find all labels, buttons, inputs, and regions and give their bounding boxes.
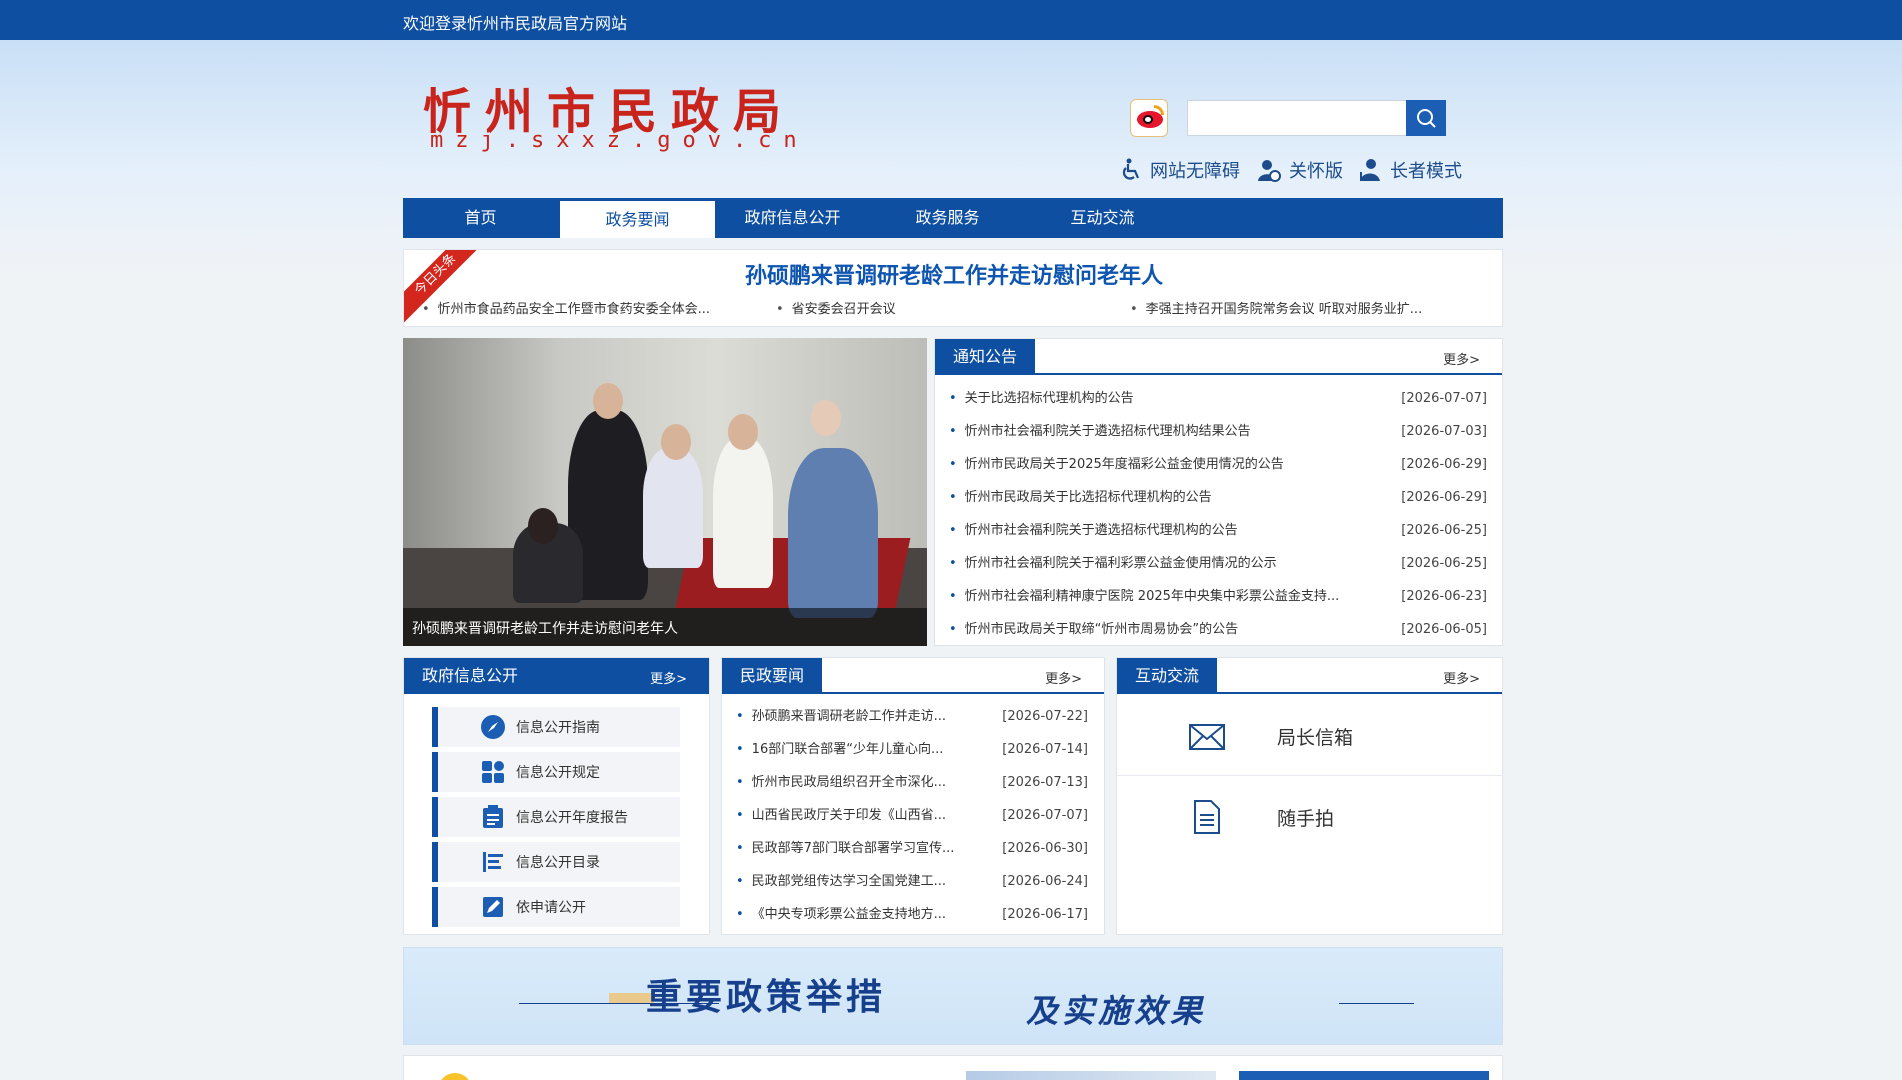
care-version-link[interactable]: 关怀版 — [1257, 157, 1343, 183]
elder-mode-link[interactable]: 长者模式 — [1358, 157, 1462, 183]
civil-news-item[interactable]: • 民政部党组传达学习全国党建工... [2026-06-24] — [736, 865, 1088, 898]
header-background — [0, 40, 1902, 280]
notice-item[interactable]: • 关于比选招标代理机构的公告 [2026-07-07] — [949, 382, 1487, 415]
notice-item[interactable]: • 忻州市社会福利精神康宁医院 2025年中央集中彩票公益金支持... [2026-… — [949, 580, 1487, 613]
grid-blocks-icon — [482, 761, 504, 783]
banner-sub-text: 及实施效果 — [1026, 992, 1207, 1030]
elder-mode-label: 长者模式 — [1390, 161, 1462, 182]
civil-news-panel: 民政要闻 更多> • 孙硕鹏来晋调研老龄工作并走访... [2026-07-22] … — [721, 657, 1105, 935]
gov-info-guide[interactable]: 信息公开指南 — [432, 707, 680, 747]
headline-section: 今日头条 孙硕鹏来晋调研老龄工作并走访慰问老年人 忻州市食品药品安全工作暨市食药… — [403, 249, 1503, 327]
care-version-label: 关怀版 — [1289, 161, 1343, 182]
civil-news-item[interactable]: • 山西省民政厅关于印发《山西省... [2026-07-07] — [736, 799, 1088, 832]
notice-item[interactable]: • 忻州市社会福利院关于遴选招标代理机构结果公告 [2026-07-03] — [949, 415, 1487, 448]
nav-home[interactable]: 首页 — [403, 198, 558, 238]
notice-panel: 通知公告 更多> • 关于比选招标代理机构的公告 [2026-07-07] • 忻州市… — [934, 338, 1503, 646]
document-icon — [1194, 800, 1220, 834]
bottom-banner-image[interactable] — [966, 1071, 1216, 1080]
gov-info-annual-report[interactable]: 信息公开年度报告 — [432, 797, 680, 837]
headline-sub-link[interactable]: 李强主持召开国务院常务会议 听取对服务业扩... — [1130, 298, 1423, 317]
notice-item[interactable]: • 忻州市民政局关于取缔“忻州市周易协会”的公告 [2026-06-05] — [949, 613, 1487, 646]
gov-info-regulation[interactable]: 信息公开规定 — [432, 752, 680, 792]
elder-user-icon — [1360, 159, 1380, 181]
gov-info-on-request[interactable]: 依申请公开 — [432, 887, 680, 927]
compass-icon — [481, 715, 505, 739]
nav-government-news[interactable]: 政务要闻 — [560, 201, 715, 238]
banner-main-text: 重要政策举措 — [646, 976, 887, 1018]
civil-news-item[interactable]: • 孙硕鹏来晋调研老龄工作并走访... [2026-07-22] — [736, 700, 1088, 733]
civil-news-item[interactable]: • 16部门联合部署“少年儿童心向... [2026-07-14] — [736, 733, 1088, 766]
photo-slider[interactable]: 孙硕鹏来晋调研老龄工作并走访慰问老年人 — [403, 338, 927, 646]
main-nav: 首页 政务要闻 政府信息公开 政务服务 互动交流 — [403, 198, 1503, 238]
gov-info-more-link[interactable]: 更多> — [650, 668, 687, 687]
search-input[interactable] — [1187, 100, 1407, 136]
accessibility-link[interactable]: 网站无障碍 — [1120, 157, 1240, 183]
notice-item[interactable]: • 忻州市社会福利院关于遴选招标代理机构的公告 [2026-06-25] — [949, 514, 1487, 547]
notice-tab[interactable]: 通知公告 — [935, 339, 1036, 375]
headline-title[interactable]: 孙硕鹏来晋调研老龄工作并走访慰问老年人 — [404, 258, 1502, 290]
clipboard-icon — [483, 805, 503, 828]
policy-banner[interactable]: 重要政策举措 及实施效果 — [403, 947, 1503, 1045]
nav-gov-services[interactable]: 政务服务 — [870, 198, 1025, 238]
accessibility-label: 网站无障碍 — [1150, 161, 1240, 182]
notice-item[interactable]: • 忻州市民政局关于2025年度福彩公益金使用情况的公告 [2026-06-29] — [949, 448, 1487, 481]
gov-info-catalog[interactable]: 信息公开目录 — [432, 842, 680, 882]
interaction-tab[interactable]: 互动交流 — [1117, 658, 1218, 694]
notice-more-link[interactable]: 更多> — [1443, 349, 1480, 368]
civil-news-more-link[interactable]: 更多> — [1045, 668, 1082, 687]
care-user-icon — [1258, 160, 1281, 182]
edit-icon — [483, 897, 503, 917]
nav-interaction[interactable]: 互动交流 — [1025, 198, 1180, 238]
notice-item[interactable]: • 忻州市民政局关于比选招标代理机构的公告 [2026-06-29] — [949, 481, 1487, 514]
list-icon — [483, 852, 503, 872]
nav-gov-info-disclosure[interactable]: 政府信息公开 — [715, 198, 870, 238]
gov-info-tab[interactable]: 政府信息公开 — [404, 658, 537, 694]
bottom-banner-image[interactable] — [1239, 1071, 1489, 1080]
slide-caption[interactable]: 孙硕鹏来晋调研老龄工作并走访慰问老年人 — [412, 618, 678, 638]
interaction-more-link[interactable]: 更多> — [1443, 668, 1480, 687]
civil-news-tab[interactable]: 民政要闻 — [722, 658, 823, 694]
director-mailbox[interactable]: 局长信箱 — [1117, 698, 1503, 776]
top-bar: 欢迎登录忻州市民政局官方网站 — [0, 0, 1902, 40]
site-logo-domain: mzj.sxxz.gov.cn — [430, 128, 809, 153]
search-button[interactable] — [1406, 100, 1446, 136]
gov-info-panel: 政府信息公开 更多> 信息公开指南 信息公开规定 信息公开年度报告 信息公开目录… — [403, 657, 710, 935]
mail-icon — [1189, 723, 1225, 750]
sun-icon — [438, 1073, 472, 1080]
headline-sub-link[interactable]: 省安委会召开会议 — [776, 298, 896, 317]
wheelchair-icon — [1122, 158, 1140, 180]
weibo-icon[interactable] — [1130, 99, 1168, 137]
bottom-section — [403, 1055, 1503, 1080]
headline-sub-link[interactable]: 忻州市食品药品安全工作暨市食药安委全体会... — [422, 298, 710, 317]
search-icon — [1417, 109, 1436, 128]
snapshot-report[interactable]: 随手拍 — [1117, 778, 1503, 856]
civil-news-item[interactable]: • 《中央专项彩票公益金支持地方... [2026-06-17] — [736, 898, 1088, 931]
civil-news-item[interactable]: • 民政部等7部门联合部署学习宣传... [2026-06-30] — [736, 832, 1088, 865]
interaction-panel: 互动交流 更多> 局长信箱 随手拍 — [1116, 657, 1503, 935]
welcome-text: 欢迎登录忻州市民政局官方网站 — [403, 14, 628, 33]
civil-news-item[interactable]: • 忻州市民政局组织召开全市深化... [2026-07-13] — [736, 766, 1088, 799]
notice-item[interactable]: • 忻州市社会福利院关于福利彩票公益金使用情况的公示 [2026-06-25] — [949, 547, 1487, 580]
